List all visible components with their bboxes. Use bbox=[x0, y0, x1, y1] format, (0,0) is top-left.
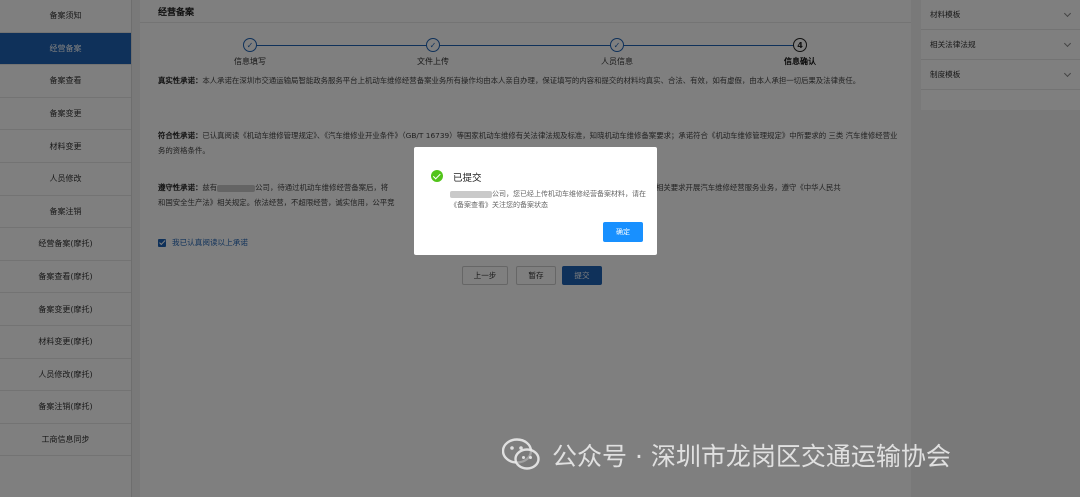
confirm-button[interactable]: 确定 bbox=[603, 222, 643, 242]
redacted-company bbox=[450, 190, 492, 198]
success-check-icon bbox=[431, 170, 443, 182]
wechat-watermark: 公众号 · 深圳市龙岗区交通运输协会 bbox=[502, 437, 951, 473]
submitted-dialog: 已提交 公司，您已经上传机动车维修经营备案材料，请在《备案查看》关注您的备案状态… bbox=[414, 147, 657, 255]
dialog-title: 已提交 bbox=[453, 173, 482, 184]
dialog-message: 公司，您已经上传机动车维修经营备案材料，请在《备案查看》关注您的备案状态 bbox=[450, 189, 646, 211]
wechat-logo-icon bbox=[502, 438, 540, 470]
watermark-text: 公众号 · 深圳市龙岗区交通运输协会 bbox=[552, 442, 951, 471]
